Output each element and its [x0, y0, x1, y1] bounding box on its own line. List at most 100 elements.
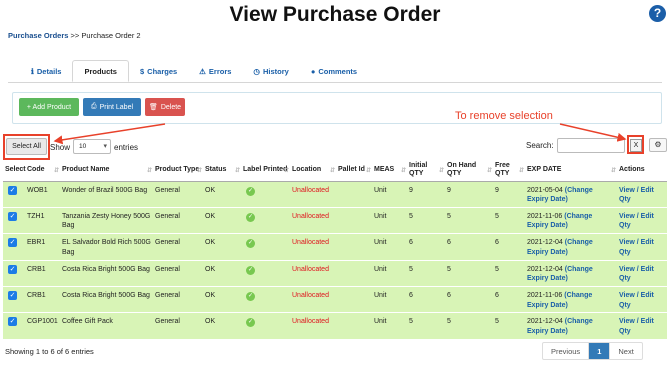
sort-icon: ⇵: [610, 168, 616, 174]
arrow-to-clear: [559, 123, 627, 142]
free-qty-cell: 9: [493, 181, 525, 208]
exp-date-cell: 2021-05-04 (Change Expiry Date): [525, 181, 617, 208]
view-edit-qty-link[interactable]: View / Edit Qty: [619, 266, 654, 283]
col-header-label: Label Printed: [243, 165, 288, 173]
pallet-id-cell: [336, 260, 372, 288]
sort-icon: ⇵: [234, 168, 240, 174]
code-cell: TZH1: [25, 207, 60, 235]
col-header-label: Product Name: [62, 165, 110, 173]
sort-icon: ⇵: [438, 168, 444, 174]
meas-cell: Unit: [372, 207, 407, 235]
initial-qty-cell: 9: [407, 181, 445, 208]
row-checkbox[interactable]: ✓: [8, 291, 17, 301]
view-edit-qty-link[interactable]: View / Edit Qty: [619, 292, 654, 309]
row-select-cell: ✓: [3, 260, 25, 288]
check-circle-icon: ✓: [246, 212, 255, 222]
exp-date-cell: 2021-12-04 (Change Expiry Date): [525, 260, 617, 288]
actions-cell: View / Edit Qty: [617, 312, 667, 340]
meas-cell: Unit: [372, 181, 407, 208]
product-type-cell: General: [153, 312, 203, 340]
pallet-id-cell: [336, 286, 372, 314]
code-cell: EBR1: [25, 233, 60, 261]
meas-cell: Unit: [372, 312, 407, 340]
col-header: Actions: [617, 159, 667, 182]
col-header-label: MEAS: [374, 165, 395, 173]
status-cell: OK: [203, 181, 241, 208]
free-qty-cell: 5: [493, 312, 525, 340]
view-edit-qty-link[interactable]: View / Edit Qty: [619, 239, 654, 256]
free-qty-cell: 5: [493, 260, 525, 288]
location-cell: Unallocated: [290, 207, 336, 235]
location-cell: Unallocated: [290, 181, 336, 208]
label-printed-cell: ✓: [241, 286, 290, 314]
on-hand-qty-cell: 6: [445, 233, 493, 261]
col-header-label: Product Type: [155, 165, 200, 173]
col-header[interactable]: Select: [3, 159, 26, 182]
col-header[interactable]: Code ⇵: [25, 159, 60, 182]
product-name-cell: Costa Rica Bright 500G Bag: [60, 260, 153, 288]
col-header[interactable]: Pallet Id ⇵: [336, 159, 372, 182]
actions-cell: View / Edit Qty: [617, 233, 667, 261]
product-type-cell: General: [153, 260, 203, 288]
actions-cell: View / Edit Qty: [617, 260, 667, 288]
next-page-button[interactable]: Next: [610, 343, 641, 359]
product-name-cell: Coffee Gift Pack: [60, 312, 153, 340]
col-header[interactable]: Status ⇵: [203, 159, 241, 182]
col-header[interactable]: MEAS ⇵: [372, 159, 407, 182]
product-name-cell: Costa Rica Bright 500G Bag: [60, 286, 153, 314]
check-circle-icon: ✓: [246, 265, 255, 275]
row-checkbox[interactable]: ✓: [8, 211, 17, 221]
initial-qty-cell: 6: [407, 286, 445, 314]
table-row: ✓ TZH1 Tanzania Zesty Honey 500G Bag Genera…: [3, 207, 667, 235]
table-header-row: Select Code ⇵ Product Name ⇵ Product Type ⇵…: [3, 159, 667, 182]
col-header-label: Code: [27, 165, 45, 173]
row-checkbox[interactable]: ✓: [8, 238, 17, 248]
label-printed-cell: ✓: [241, 207, 290, 235]
initial-qty-cell: 5: [407, 312, 445, 340]
location-cell: Unallocated: [290, 312, 336, 340]
col-header[interactable]: Label Printed ⇵: [241, 159, 290, 182]
status-cell: OK: [203, 207, 241, 235]
col-header[interactable]: Initial QTY ⇵: [407, 159, 445, 182]
free-qty-cell: 5: [493, 207, 525, 235]
col-header[interactable]: Product Name ⇵: [60, 159, 153, 182]
view-edit-qty-link[interactable]: View / Edit Qty: [619, 187, 654, 204]
col-header[interactable]: Product Type ⇵: [153, 159, 203, 182]
sort-icon: ⇵: [329, 168, 335, 174]
view-edit-qty-link[interactable]: View / Edit Qty: [619, 318, 654, 335]
actions-cell: View / Edit Qty: [617, 207, 667, 235]
sort-icon: ⇵: [365, 168, 371, 174]
previous-page-button[interactable]: Previous: [543, 343, 590, 359]
exp-date-cell: 2021-11-06 (Change Expiry Date): [525, 207, 617, 235]
sort-icon: ⇵: [283, 168, 289, 174]
col-header-label: Initial QTY: [409, 161, 428, 177]
col-header[interactable]: Free QTY ⇵: [493, 159, 525, 182]
exp-date-cell: 2021-12-04 (Change Expiry Date): [525, 312, 617, 340]
col-header-label: Pallet Id: [338, 165, 365, 173]
row-checkbox[interactable]: ✓: [8, 185, 17, 195]
exp-date-value: 2021-05-04: [527, 186, 563, 194]
row-select-cell: ✓: [3, 233, 25, 261]
col-header[interactable]: On Hand QTY ⇵: [445, 159, 493, 182]
product-type-cell: General: [153, 207, 203, 235]
col-header-label: On Hand QTY: [447, 161, 477, 177]
page-1-button[interactable]: 1: [589, 343, 611, 359]
label-printed-cell: ✓: [241, 312, 290, 340]
row-select-cell: ✓: [3, 312, 25, 340]
products-table: Select Code ⇵ Product Name ⇵ Product Type ⇵…: [3, 159, 667, 340]
col-header-label: Location: [292, 165, 322, 173]
col-header[interactable]: EXP DATE ⇵: [525, 159, 617, 182]
product-name-cell: Wonder of Brazil 500G Bag: [60, 181, 153, 208]
table-row: ✓ CRB1 Costa Rica Bright 500G Bag General OK…: [3, 260, 667, 288]
initial-qty-cell: 5: [407, 260, 445, 288]
col-header[interactable]: Location ⇵: [290, 159, 336, 182]
row-select-cell: ✓: [3, 286, 25, 314]
view-edit-qty-link[interactable]: View / Edit Qty: [619, 213, 654, 230]
row-checkbox[interactable]: ✓: [8, 264, 17, 274]
pagination: Previous 1 Next: [542, 342, 643, 360]
row-checkbox[interactable]: ✓: [8, 317, 17, 327]
location-cell: Unallocated: [290, 233, 336, 261]
exp-date-cell: 2021-11-06 (Change Expiry Date): [525, 286, 617, 314]
exp-date-value: 2021-11-06: [527, 212, 563, 220]
exp-date-value: 2021-11-06: [527, 292, 563, 300]
